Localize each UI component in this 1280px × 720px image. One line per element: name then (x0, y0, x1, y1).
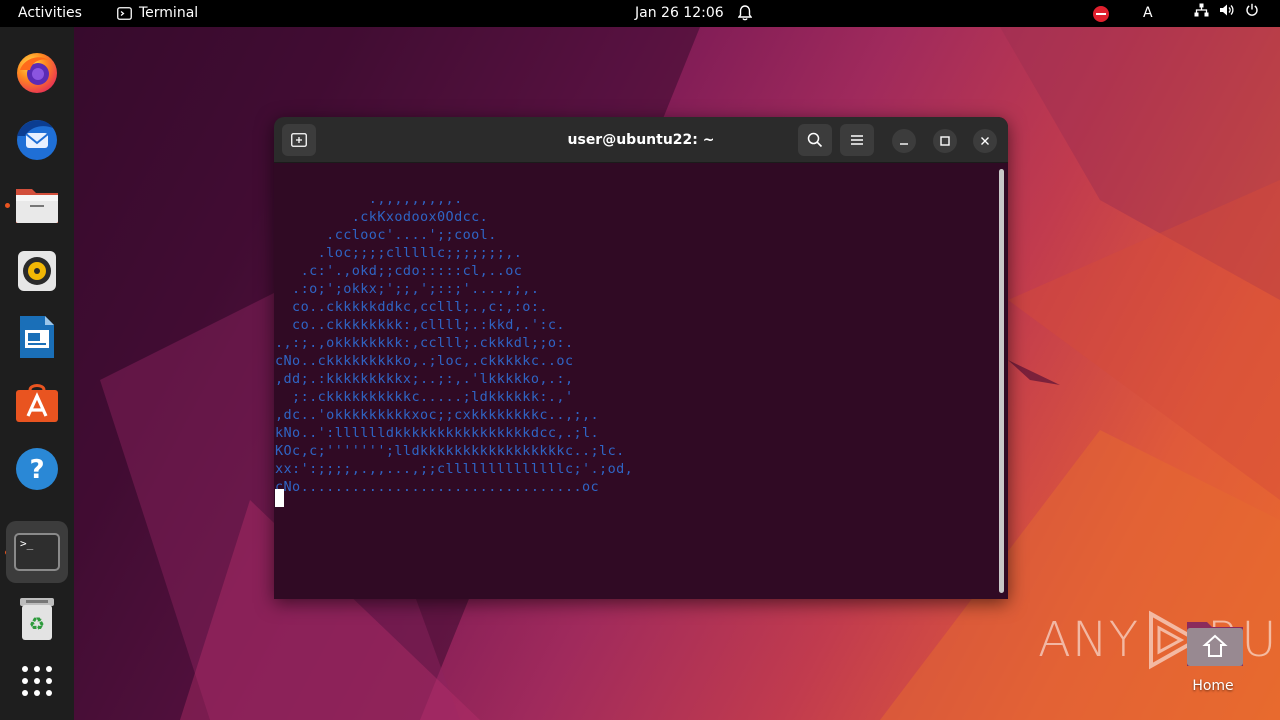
terminal-titlebar[interactable]: user@ubuntu22: ~ (274, 117, 1008, 163)
dock-item-terminal[interactable]: >_ (6, 521, 68, 583)
dock-item-help[interactable]: ? (11, 443, 63, 495)
svg-text:?: ? (29, 455, 44, 485)
close-icon (981, 137, 989, 145)
terminal-body[interactable]: .,,,,,,,,,. .ckKxodoox0Odcc. .cclooc'...… (274, 163, 1008, 599)
dock: ? >_ ♻ (0, 27, 74, 720)
watermark-text-left: ANY (1038, 612, 1140, 668)
terminal-cursor (275, 489, 284, 507)
terminal-icon: >_ (14, 533, 60, 571)
maximize-button[interactable] (933, 129, 957, 153)
system-tray[interactable]: A (1093, 0, 1259, 27)
dock-item-firefox[interactable] (11, 47, 63, 99)
terminal-window[interactable]: user@ubuntu22: ~ .,,,,,,,,,. .ckKxodoox0… (274, 117, 1008, 599)
svg-text:♻: ♻ (29, 614, 45, 635)
do-not-disturb-icon[interactable] (1093, 5, 1109, 22)
close-button[interactable] (973, 129, 997, 153)
dock-item-software[interactable] (11, 377, 63, 429)
home-label: Home (1192, 678, 1234, 694)
rhythmbox-icon (18, 251, 56, 291)
top-bar: Activities Terminal Jan 26 12:06 A (0, 0, 1280, 27)
software-icon (16, 384, 58, 422)
dock-item-files[interactable] (11, 179, 63, 231)
input-source-indicator[interactable]: A (1143, 0, 1153, 27)
notification-bell-icon[interactable] (737, 0, 753, 27)
app-menu-label: Terminal (139, 5, 199, 21)
app-menu[interactable]: Terminal (117, 0, 198, 27)
terminal-output: .,,,,,,,,,. .ckKxodoox0Odcc. .cclooc'...… (275, 191, 634, 495)
dock-item-rhythmbox[interactable] (11, 245, 63, 297)
dock-item-impress[interactable] (11, 311, 63, 363)
dock-item-trash[interactable]: ♻ (11, 593, 63, 645)
menu-button[interactable] (840, 124, 874, 156)
minimize-button[interactable] (892, 129, 916, 153)
network-icon[interactable] (1194, 0, 1209, 27)
activities-button[interactable]: Activities (18, 0, 82, 27)
firefox-icon (17, 53, 57, 93)
app-grid-icon (22, 666, 52, 696)
volume-icon[interactable] (1219, 0, 1235, 27)
hamburger-icon (851, 135, 863, 145)
minimize-icon (900, 143, 908, 145)
clock[interactable]: Jan 26 12:06 (635, 0, 724, 27)
home-folder-icon (1186, 622, 1243, 666)
power-icon[interactable] (1245, 0, 1259, 27)
terminal-scrollbar[interactable] (999, 169, 1004, 593)
help-icon: ? (16, 448, 58, 490)
search-icon (807, 132, 823, 148)
maximize-icon (940, 136, 950, 146)
libreoffice-impress-icon (20, 316, 54, 358)
dock-item-show-applications[interactable] (11, 655, 63, 707)
search-button[interactable] (798, 124, 832, 156)
thunderbird-icon (17, 120, 57, 160)
terminal-small-icon (117, 7, 132, 20)
desktop-home-folder[interactable]: Home (1180, 616, 1246, 706)
dock-item-thunderbird[interactable] (11, 113, 63, 165)
trash-icon: ♻ (20, 598, 54, 640)
files-icon (16, 189, 58, 223)
